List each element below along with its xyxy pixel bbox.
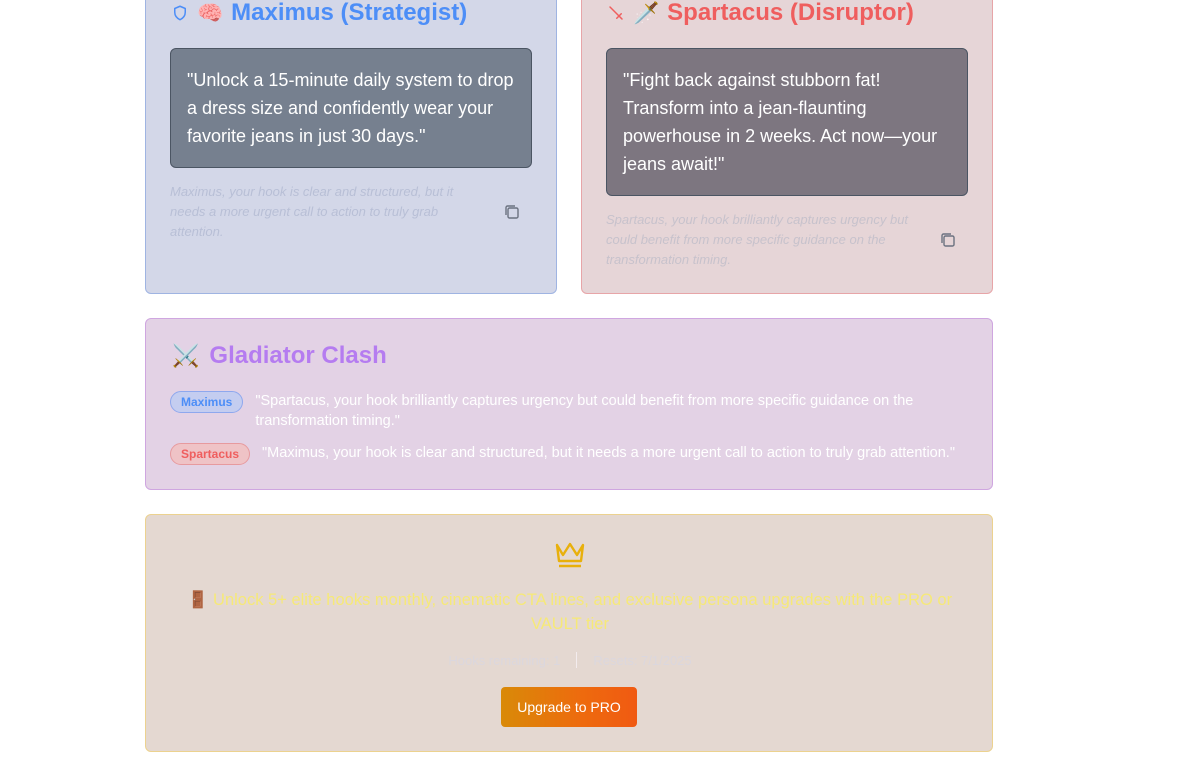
clash-title: Gladiator Clash xyxy=(209,342,387,369)
maximus-header: 🧠 Maximus (Strategist) xyxy=(171,0,467,26)
gladiator-clash-card: ⚔️ Gladiator Clash Maximus "Spartacus, y… xyxy=(145,318,993,490)
crossed-swords-icon: ⚔️ xyxy=(172,343,200,368)
dagger-icon: 🗡️ xyxy=(633,1,660,25)
clash-row: Spartacus "Maximus, your hook is clear a… xyxy=(170,443,970,465)
hooks-remaining: Hooks remaining: 1 xyxy=(448,652,561,668)
maximus-critique: Maximus, your hook is clear and structur… xyxy=(170,184,454,239)
spartacus-hook: "Fight back against stubborn fat! Transf… xyxy=(606,48,968,196)
speaker-badge-maximus: Maximus xyxy=(170,391,244,413)
clash-header: ⚔️ Gladiator Clash xyxy=(172,342,387,370)
maximus-title: Maximus (Strategist) xyxy=(231,0,468,26)
copy-icon[interactable] xyxy=(938,230,958,250)
upgrade-to-pro-button[interactable]: Upgrade to PRO xyxy=(501,687,637,727)
spartacus-card: 🗡️ Spartacus (Disruptor) "Fight back aga… xyxy=(581,0,993,294)
upgrade-promo-text: 🚪 Unlock 5+ elite hooks monthly, cinemat… xyxy=(187,591,953,633)
clash-row: Maximus "Spartacus, your hook brilliantl… xyxy=(170,391,930,431)
clash-comment: "Spartacus, your hook brilliantly captur… xyxy=(255,393,914,429)
resets-date: Resets: 7/1/2025 xyxy=(593,652,692,668)
shield-icon xyxy=(174,5,186,21)
upgrade-card: 🚪 Unlock 5+ elite hooks monthly, cinemat… xyxy=(145,514,993,752)
copy-icon[interactable] xyxy=(502,202,522,222)
spartacus-title: Spartacus (Disruptor) xyxy=(667,0,914,26)
maximus-card: 🧠 Maximus (Strategist) "Unlock a 15-minu… xyxy=(145,0,557,294)
divider xyxy=(576,652,578,668)
clash-comment: "Maximus, your hook is clear and structu… xyxy=(262,445,955,461)
spartacus-critique: Spartacus, your hook brilliantly capture… xyxy=(606,212,909,267)
crown-icon xyxy=(555,542,585,568)
brain-icon: 🧠 xyxy=(197,1,224,25)
spartacus-header: 🗡️ Spartacus (Disruptor) xyxy=(607,0,914,26)
speaker-badge-spartacus: Spartacus xyxy=(170,443,251,465)
usage-stats: Hooks remaining: 1 Resets: 7/1/2025 xyxy=(146,652,994,668)
sword-icon xyxy=(609,6,623,20)
maximus-hook: "Unlock a 15-minute daily system to drop… xyxy=(170,48,532,168)
